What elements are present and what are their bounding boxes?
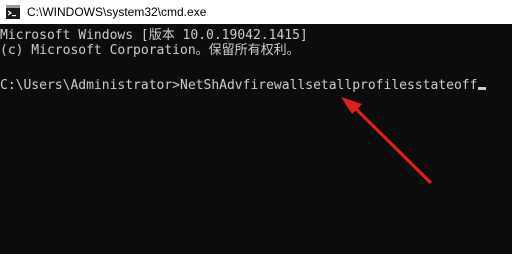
- command-text: NetShAdvfirewallsetallprofilesstateoff: [180, 78, 478, 93]
- console-area[interactable]: Microsoft Windows [版本 10.0.19042.1415] (…: [0, 24, 512, 254]
- copyright-line: (c) Microsoft Corporation。保留所有权利。: [0, 43, 300, 58]
- cmd-window: C:\WINDOWS\system32\cmd.exe Microsoft Wi…: [0, 0, 512, 254]
- command-line[interactable]: C:\Users\Administrator>NetShAdvfirewalls…: [0, 77, 487, 94]
- title-bar[interactable]: C:\WINDOWS\system32\cmd.exe: [0, 0, 512, 24]
- text-cursor: [478, 87, 487, 90]
- window-title: C:\WINDOWS\system32\cmd.exe: [27, 5, 207, 19]
- cmd-icon: [6, 5, 20, 19]
- prompt-text: C:\Users\Administrator>: [0, 78, 181, 93]
